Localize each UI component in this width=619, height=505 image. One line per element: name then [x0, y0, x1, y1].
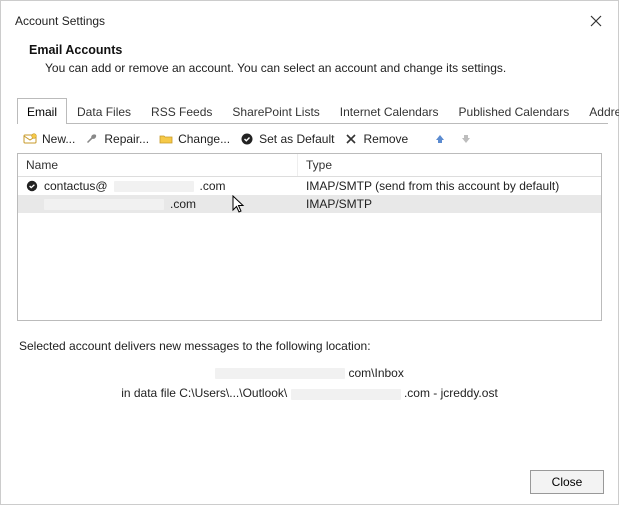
tab-address-books[interactable]: Address Books: [579, 98, 619, 124]
close-window-button[interactable]: [584, 9, 608, 33]
delivery-path-suffix: .com - jcreddy.ost: [404, 386, 498, 400]
delivery-location-suffix: com\Inbox: [348, 366, 403, 380]
account-type: IMAP/SMTP: [298, 197, 601, 211]
dialog-footer: Close: [530, 470, 604, 494]
redacted-text: [114, 181, 194, 192]
close-icon: [590, 15, 602, 27]
arrow-down-icon: [460, 133, 472, 145]
folder-change-icon: [159, 132, 173, 146]
envelope-new-icon: [23, 132, 37, 146]
remove-label: Remove: [363, 132, 408, 146]
wrench-icon: [85, 132, 99, 146]
delivery-path: in data file C:\Users\...\Outlook\ .com …: [19, 383, 600, 403]
tab-data-files[interactable]: Data Files: [67, 98, 141, 124]
delivery-info: Selected account delivers new messages t…: [1, 321, 618, 404]
move-down-button[interactable]: [458, 131, 474, 147]
default-account-check-icon: [26, 180, 38, 192]
delivery-path-prefix: in data file C:\Users\...\Outlook\: [121, 386, 287, 400]
set-default-button[interactable]: Set as Default: [240, 132, 334, 146]
account-type: IMAP/SMTP (send from this account by def…: [298, 179, 601, 193]
close-button[interactable]: Close: [530, 470, 604, 494]
tab-sharepoint-lists[interactable]: SharePoint Lists: [222, 98, 329, 124]
new-account-button[interactable]: New...: [23, 132, 75, 146]
list-item[interactable]: .com IMAP/SMTP: [18, 195, 601, 213]
remove-x-icon: [344, 132, 358, 146]
delivery-intro: Selected account delivers new messages t…: [19, 339, 600, 353]
list-header: Name Type: [18, 154, 601, 177]
redacted-text: [291, 389, 401, 400]
window-title: Account Settings: [15, 14, 105, 28]
repair-label: Repair...: [104, 132, 149, 146]
column-type[interactable]: Type: [298, 154, 601, 176]
move-up-button[interactable]: [432, 131, 448, 147]
tab-internet-calendars[interactable]: Internet Calendars: [330, 98, 449, 124]
redacted-text: [215, 368, 345, 379]
title-bar: Account Settings: [1, 1, 618, 39]
change-account-button[interactable]: Change...: [159, 132, 230, 146]
new-label: New...: [42, 132, 75, 146]
tab-strip: Email Data Files RSS Feeds SharePoint Li…: [17, 97, 608, 124]
account-name-suffix: .com: [170, 197, 196, 211]
tab-email[interactable]: Email: [17, 98, 67, 124]
remove-account-button[interactable]: Remove: [344, 132, 408, 146]
check-circle-icon: [240, 132, 254, 146]
change-label: Change...: [178, 132, 230, 146]
redacted-text: [44, 199, 164, 210]
toolbar: New... Repair... Change... Set as Defaul…: [1, 124, 618, 153]
account-name-suffix: .com: [200, 179, 226, 193]
tab-rss-feeds[interactable]: RSS Feeds: [141, 98, 222, 124]
tab-published-calendars[interactable]: Published Calendars: [449, 98, 580, 124]
account-list: Name Type contactus@ .com IMAP/SMTP (sen…: [17, 153, 602, 321]
arrow-up-icon: [434, 133, 446, 145]
list-item[interactable]: contactus@ .com IMAP/SMTP (send from thi…: [18, 177, 601, 195]
column-name[interactable]: Name: [18, 154, 298, 176]
header-block: Email Accounts You can add or remove an …: [1, 39, 618, 91]
repair-account-button[interactable]: Repair...: [85, 132, 149, 146]
header-title: Email Accounts: [29, 43, 600, 57]
account-name-prefix: contactus@: [44, 179, 108, 193]
set-default-label: Set as Default: [259, 132, 334, 146]
delivery-location: com\Inbox: [19, 363, 600, 383]
header-description: You can add or remove an account. You ca…: [29, 61, 600, 75]
